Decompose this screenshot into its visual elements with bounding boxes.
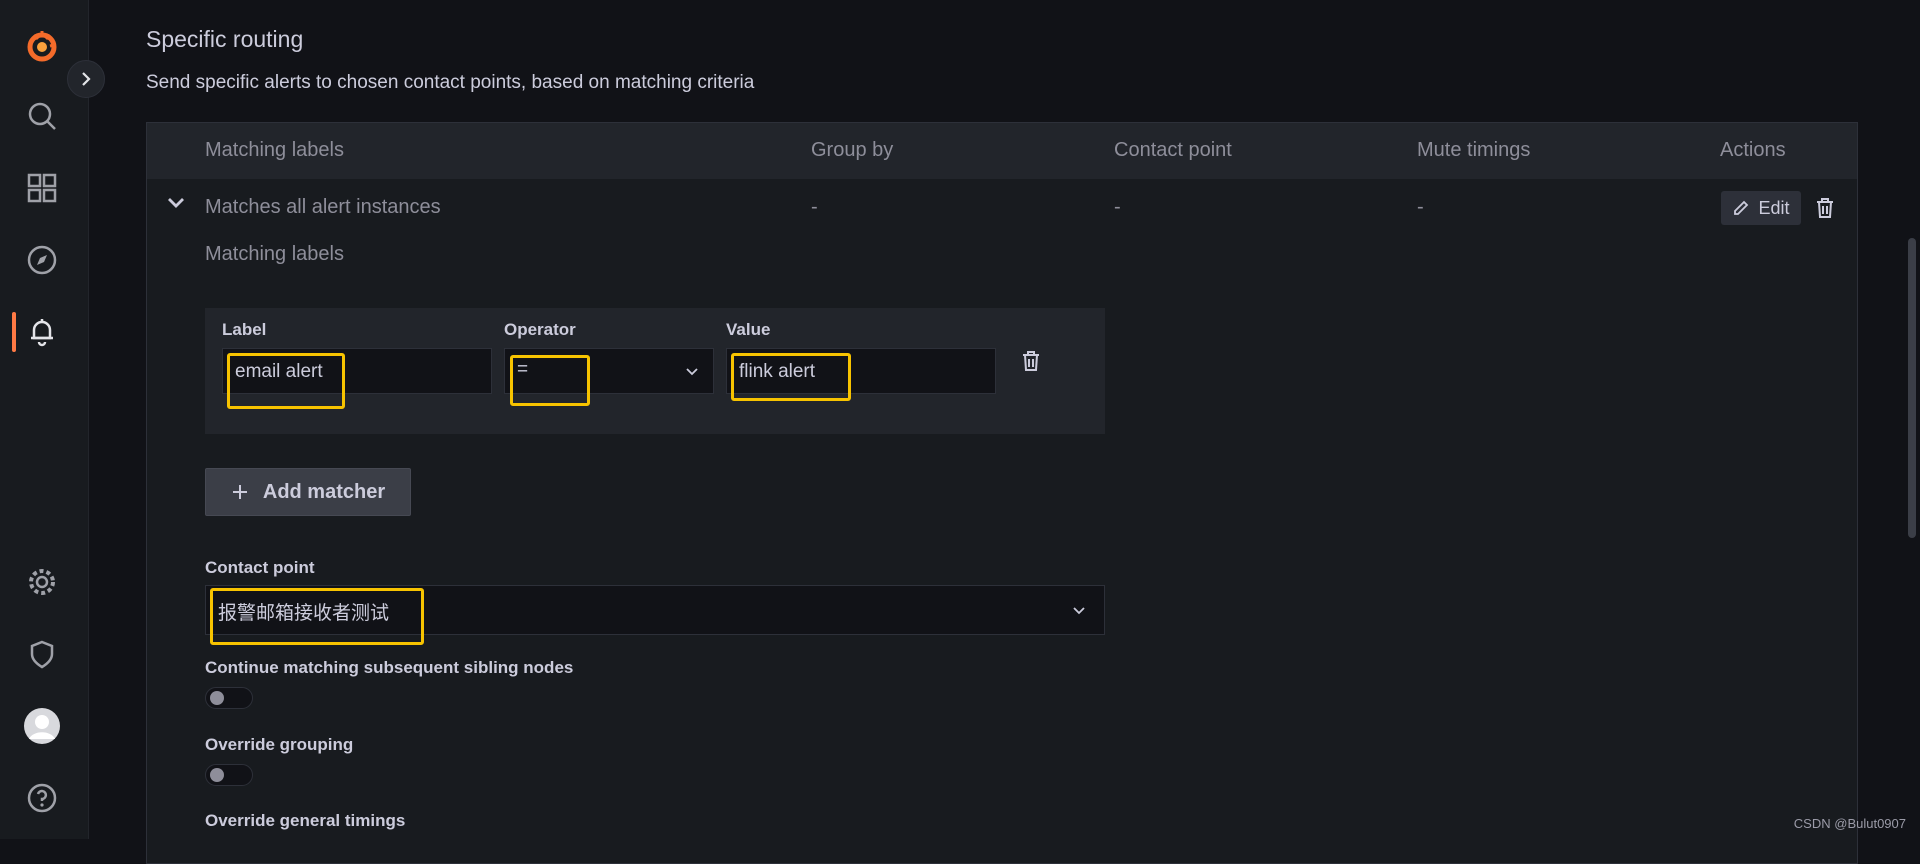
pencil-icon — [1734, 200, 1749, 215]
trash-icon — [1023, 351, 1039, 371]
operator-select[interactable]: = — [504, 348, 714, 394]
notification-policy-panel: Matching labels Group by Contact point M… — [146, 122, 1858, 864]
collapse-row-button[interactable] — [167, 196, 185, 214]
explore-icon[interactable] — [20, 238, 64, 282]
matcher-row: Label Operator Value email alert = flink… — [205, 308, 1105, 434]
settings-icon[interactable] — [20, 560, 64, 604]
row-mute-timings: - — [1417, 196, 1424, 218]
header-mute-timings: Mute timings — [1417, 139, 1531, 161]
table-header: Matching labels Group by Contact point M… — [147, 123, 1857, 179]
toggle-knob — [210, 691, 224, 705]
row-matching: Matches all alert instances — [205, 196, 441, 218]
main-content: Specific routing Send specific alerts to… — [110, 0, 1920, 864]
watermark: CSDN @Bulut0907 — [1793, 816, 1906, 831]
label-field-title: Label — [222, 320, 267, 339]
section-title: Specific routing — [146, 26, 304, 52]
header-contact-point: Contact point — [1114, 139, 1232, 161]
header-actions: Actions — [1720, 139, 1786, 161]
chevron-down-icon — [168, 198, 184, 208]
contact-point-title: Contact point — [205, 558, 315, 577]
override-grouping-label: Override grouping — [205, 735, 354, 754]
remove-matcher-button[interactable] — [1021, 350, 1041, 377]
active-indicator — [12, 312, 16, 352]
delete-policy-button[interactable] — [1815, 197, 1835, 224]
label-input[interactable]: email alert — [222, 348, 492, 394]
edit-button[interactable]: Edit — [1721, 191, 1801, 225]
help-icon[interactable] — [20, 776, 64, 820]
scrollbar[interactable] — [1904, 0, 1920, 839]
trash-icon — [1817, 198, 1833, 218]
search-icon[interactable] — [20, 94, 64, 138]
chevron-down-icon — [686, 368, 698, 376]
contact-point-select[interactable]: 报警邮箱接收者测试 — [205, 585, 1105, 635]
toggle-knob — [210, 768, 224, 782]
continue-matching-label: Continue matching subsequent sibling nod… — [205, 658, 574, 677]
expand-sidebar-button[interactable] — [67, 60, 105, 98]
operator-field-title: Operator — [504, 320, 576, 339]
shield-icon[interactable] — [20, 632, 64, 676]
header-matching-labels: Matching labels — [205, 139, 344, 161]
chevron-right-icon — [82, 72, 91, 86]
dashboards-icon[interactable] — [20, 166, 64, 210]
override-grouping-toggle[interactable] — [205, 764, 253, 786]
matching-labels-heading: Matching labels — [205, 243, 344, 265]
chevron-down-icon — [1073, 607, 1085, 615]
continue-matching-toggle[interactable] — [205, 687, 253, 709]
plus-icon — [232, 485, 247, 499]
header-group-by: Group by — [811, 139, 894, 161]
scrollbar-thumb[interactable] — [1908, 238, 1916, 538]
operator-value: = — [517, 359, 529, 380]
section-description: Send specific alerts to chosen contact p… — [146, 72, 755, 93]
override-timings-label: Override general timings — [205, 811, 406, 830]
add-matcher-label: Add matcher — [262, 480, 386, 503]
edit-button-label: Edit — [1758, 197, 1790, 218]
row-contact-point: - — [1114, 196, 1121, 218]
alerting-icon[interactable] — [20, 310, 64, 354]
value-field-title: Value — [726, 320, 771, 339]
contact-point-value: 报警邮箱接收者测试 — [218, 603, 390, 624]
row-group-by: - — [811, 196, 818, 218]
grafana-logo-icon[interactable] — [20, 24, 64, 68]
user-avatar-icon[interactable] — [20, 704, 64, 748]
add-matcher-button[interactable]: Add matcher — [205, 468, 411, 516]
value-input[interactable]: flink alert — [726, 348, 996, 394]
sidebar — [0, 0, 89, 839]
